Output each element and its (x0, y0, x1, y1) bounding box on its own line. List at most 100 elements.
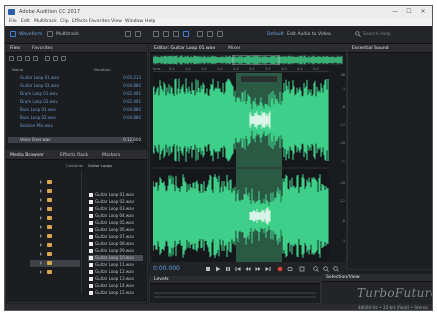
open-file-icon[interactable] (17, 56, 22, 61)
expand-icon[interactable] (40, 207, 43, 211)
folder-icon[interactable] (47, 216, 52, 220)
list-item-selected[interactable]: Guitar Loop 10.wav (88, 255, 143, 261)
list-item[interactable]: Guitar Loop 11.wav (88, 262, 143, 268)
expand-icon[interactable] (40, 180, 43, 184)
tab-files[interactable]: Files (10, 46, 20, 51)
file-item[interactable]: Bass Loop 02.wav (20, 115, 56, 120)
expand-icon[interactable] (40, 243, 43, 247)
file-item[interactable]: Guitar Loop 02.wav (20, 83, 59, 88)
zoom-in-amplitude-icon[interactable] (313, 266, 319, 272)
menu-window[interactable]: Window (125, 19, 143, 24)
menu-file[interactable]: File (9, 19, 17, 24)
maximize-button[interactable]: ☐ (402, 8, 416, 16)
file-item[interactable]: Voice Over.wav (20, 137, 51, 142)
list-item[interactable]: Guitar Loop 01.wav (88, 192, 143, 198)
expand-icon[interactable] (40, 225, 43, 229)
folder-icon[interactable] (47, 225, 52, 229)
menu-effects[interactable]: Effects (72, 19, 88, 24)
file-item[interactable]: Session Mix.wav (20, 123, 53, 128)
expand-icon[interactable] (40, 261, 43, 265)
list-item[interactable]: Guitar Loop 04.wav (88, 213, 143, 219)
tab-mixer[interactable]: Mixer (228, 46, 241, 51)
expand-icon[interactable] (40, 270, 43, 274)
skip-selection-icon[interactable] (299, 266, 305, 272)
hud-panel[interactable] (241, 76, 277, 82)
expand-icon[interactable] (40, 216, 43, 220)
loop-preview-icon[interactable] (53, 56, 58, 61)
marquee-tool-icon[interactable] (197, 31, 203, 37)
play-icon[interactable] (215, 266, 221, 272)
file-item[interactable]: Guitar Loop 01.wav (20, 75, 59, 80)
import-file-icon[interactable] (25, 56, 30, 61)
folder-icon[interactable] (47, 234, 52, 238)
list-item[interactable]: Guitar Loop 07.wav (88, 234, 143, 240)
list-item[interactable]: Guitar Loop 02.wav (88, 199, 143, 205)
skip-forward-icon[interactable] (265, 266, 271, 272)
search-help-input[interactable]: Search Help (363, 31, 391, 38)
razor-tool-icon[interactable] (163, 31, 169, 37)
search-icon[interactable] (355, 31, 361, 37)
tab-media-browser[interactable]: Media Browser (10, 153, 44, 158)
menu-favorites[interactable]: Favorites (89, 19, 110, 24)
multitrack-view-icon[interactable] (47, 31, 53, 37)
file-item[interactable]: Bass Loop 01.wav (20, 107, 56, 112)
lasso-tool-icon[interactable] (207, 31, 213, 37)
expand-icon[interactable] (40, 189, 43, 193)
tab-selection-view[interactable]: Selection/View (326, 275, 360, 280)
zoom-out-amplitude-icon[interactable] (323, 266, 329, 272)
menu-view[interactable]: View (111, 19, 122, 24)
workspace-default[interactable]: Default (267, 31, 284, 38)
rewind-icon[interactable] (245, 266, 251, 272)
list-item[interactable]: Guitar Loop 08.wav (88, 241, 143, 247)
spectral-display-icon[interactable] (125, 31, 131, 37)
expand-icon[interactable] (40, 198, 43, 202)
folder-icon[interactable] (47, 189, 52, 193)
expand-icon[interactable] (40, 252, 43, 256)
close-button[interactable]: ✕ (416, 8, 430, 16)
fast-forward-icon[interactable] (255, 266, 261, 272)
multitrack-view-button[interactable]: Multitrack (56, 31, 79, 38)
slip-tool-icon[interactable] (173, 31, 179, 37)
tab-editor[interactable]: Editor: Guitar Loop 01.wav (154, 46, 215, 51)
minimize-button[interactable]: — (388, 8, 402, 16)
zoom-full-icon[interactable] (333, 266, 339, 272)
new-file-icon[interactable] (9, 56, 14, 61)
list-item[interactable]: Guitar Loop 12.wav (88, 269, 143, 275)
menu-multitrack[interactable]: Multitrack (34, 19, 57, 24)
list-item[interactable]: Guitar Loop 13.wav (88, 276, 143, 282)
waveform-view-icon[interactable] (10, 31, 16, 37)
brush-tool-icon[interactable] (217, 31, 223, 37)
menu-clip[interactable]: Clip (60, 19, 69, 24)
play-preview-icon[interactable] (45, 56, 50, 61)
file-item[interactable]: Drum Loop 01.wav (20, 91, 58, 96)
time-selection-tool-icon[interactable] (183, 31, 189, 37)
list-item[interactable]: Guitar Loop 14.wav (88, 283, 143, 289)
waveform-view-button[interactable]: Waveform (19, 31, 42, 38)
skip-back-icon[interactable] (235, 266, 241, 272)
stop-icon[interactable] (205, 266, 211, 272)
autoplay-icon[interactable] (61, 56, 66, 61)
pitch-display-icon[interactable] (135, 31, 141, 37)
folder-icon[interactable] (47, 180, 52, 184)
folder-icon[interactable] (47, 252, 52, 256)
close-file-icon[interactable] (33, 56, 38, 61)
workspace-menu[interactable]: Edit Audio to Video (287, 31, 331, 38)
list-item[interactable]: Guitar Loop 05.wav (88, 220, 143, 226)
folder-icon[interactable] (47, 261, 52, 265)
expand-icon[interactable] (40, 234, 43, 238)
loop-icon[interactable] (287, 266, 293, 272)
tab-favorites[interactable]: Favorites (32, 46, 53, 51)
list-item[interactable]: Guitar Loop 15.wav (88, 290, 143, 296)
folder-icon[interactable] (47, 270, 52, 274)
time-ruler[interactable]: hms 0.5 1.0 1.5 2.0 2.5 3.0 3.5 4.0 4.5 … (153, 66, 329, 72)
pause-icon[interactable] (225, 266, 231, 272)
file-item[interactable]: Drum Loop 02.wav (20, 99, 58, 104)
menu-edit[interactable]: Edit (21, 19, 30, 24)
record-icon[interactable] (277, 266, 283, 272)
menu-help[interactable]: Help (145, 19, 155, 24)
tab-effects-rack[interactable]: Effects Rack (60, 153, 88, 158)
folder-icon[interactable] (47, 243, 52, 247)
list-item[interactable]: Guitar Loop 03.wav (88, 206, 143, 212)
move-tool-icon[interactable] (153, 31, 159, 37)
waveform-display[interactable] (153, 73, 329, 263)
